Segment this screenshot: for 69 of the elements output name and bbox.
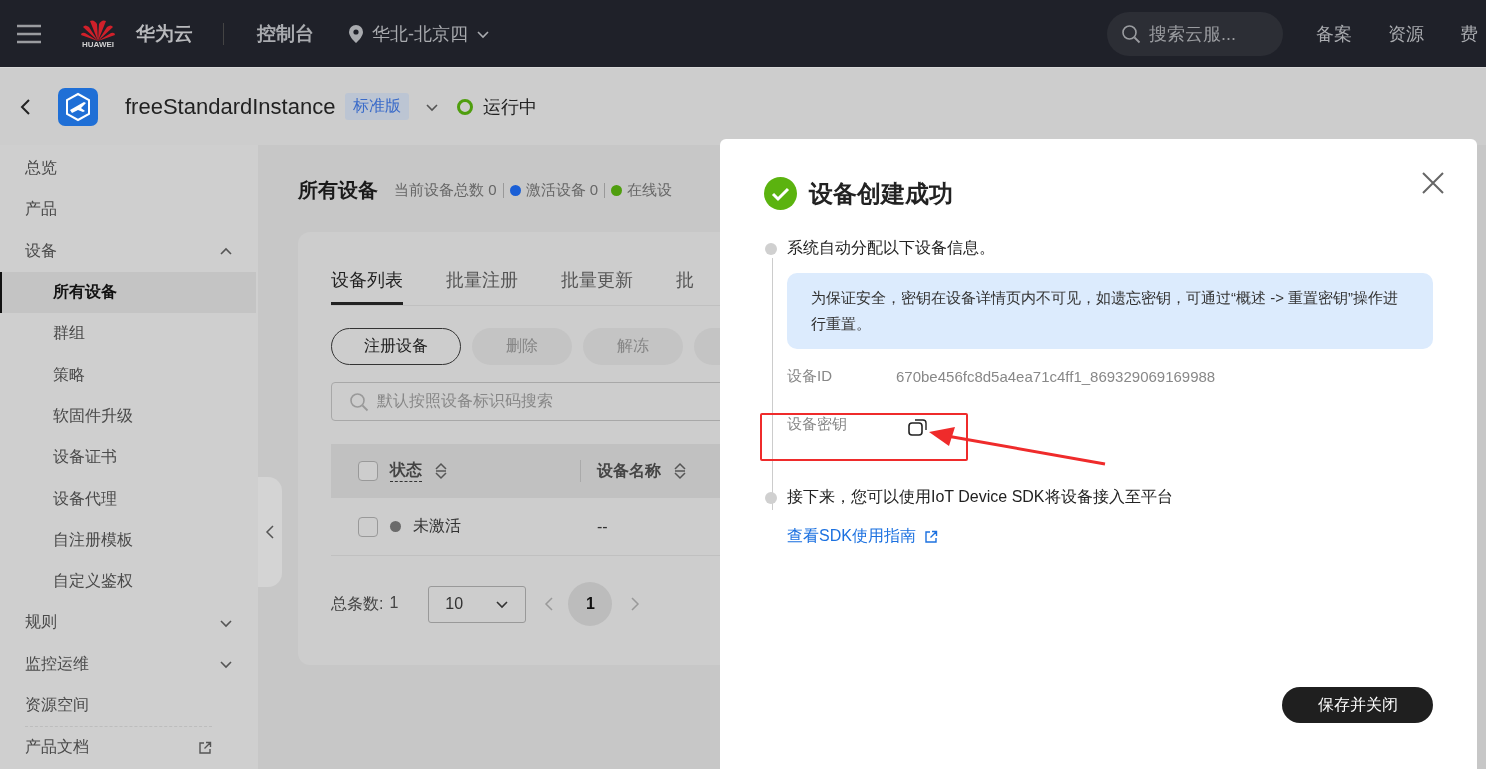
checkbox[interactable]: [358, 461, 378, 481]
success-check-icon: [764, 177, 797, 210]
instance-status: 运行中: [483, 95, 538, 119]
stat-text: 在线设: [627, 181, 673, 200]
sidebar-item[interactable]: 群组: [0, 313, 256, 355]
page-title: 所有设备: [298, 178, 378, 203]
step-text: 系统自动分配以下设备信息。: [787, 238, 995, 258]
guide-link[interactable]: 查看SDK使用指南: [787, 526, 938, 547]
tab[interactable]: 设备列表: [331, 268, 403, 305]
tab[interactable]: 批: [676, 268, 694, 305]
dialog-title: 设备创建成功: [809, 178, 953, 209]
checkbox[interactable]: [358, 516, 378, 537]
close-icon[interactable]: [1421, 171, 1445, 195]
sidebar-item[interactable]: 设备: [0, 230, 258, 272]
sort-icon[interactable]: [434, 462, 448, 480]
chevron-left-icon: [265, 524, 275, 540]
total-label: 总条数:: [331, 593, 384, 614]
page-button[interactable]: 1: [568, 582, 613, 626]
table-cell-text: 未激活: [413, 516, 461, 536]
sidebar-item[interactable]: 总览: [0, 148, 258, 190]
instance-name: freeStandardInstance: [125, 93, 336, 120]
region-selector[interactable]: 华北-北京四: [348, 21, 490, 46]
save-and-close-button[interactable]: 保存并关闭: [1282, 687, 1433, 723]
notice-message: 为保证安全，密钥在设备详情页内不可见，如遗忘密钥，可通过“概述 -> 重置密钥”操作进行重置。: [787, 273, 1433, 349]
brand-name[interactable]: 华为云: [136, 20, 193, 47]
logo-text: HUAWEI: [82, 40, 114, 49]
timeline-dot: [765, 491, 777, 504]
sidebar-item[interactable]: 监控运维: [0, 643, 258, 685]
sidebar-item[interactable]: 策略: [0, 354, 256, 396]
tab[interactable]: 批量更新: [561, 268, 633, 305]
sidebar-item[interactable]: 所有设备: [0, 271, 256, 314]
search-field[interactable]: 搜索云服...: [1107, 11, 1283, 56]
total-count: 1: [389, 593, 399, 613]
field-value: 670be456fc8d5a4ea71c4ff1_869329069169988: [896, 367, 1216, 385]
table-cell: --: [597, 517, 608, 536]
sidebar-item[interactable]: 设备证书: [0, 437, 256, 479]
logo-icon: [80, 18, 116, 42]
column-header[interactable]: 状态: [390, 460, 422, 482]
console-title[interactable]: 控制台: [257, 20, 314, 47]
sidebar-item[interactable]: 自定义鉴权: [0, 560, 256, 603]
airplane-icon: [58, 87, 98, 126]
sidebar-item[interactable]: 资源空间: [0, 684, 258, 727]
sidebar-item[interactable]: 产品: [0, 189, 258, 231]
tab[interactable]: 批量注册: [446, 268, 518, 305]
stat-text: 当前设备总数 0: [394, 181, 497, 200]
status-icon: [457, 98, 474, 115]
step-text: 接下来，您可以使用IoT Device SDK将设备接入至平台: [787, 487, 1173, 507]
timeline-dot: [765, 242, 777, 255]
nav-link[interactable]: 备案: [1316, 21, 1352, 46]
nav-link[interactable]: 资源: [1388, 21, 1424, 46]
external-link-icon: [923, 529, 938, 544]
sidebar-item[interactable]: 产品文档: [25, 726, 212, 769]
sidebar-item[interactable]: 自注册模板: [0, 519, 256, 561]
page-size-select[interactable]: 10: [428, 585, 527, 623]
stat-text: 激活设备 0: [525, 181, 599, 200]
menu-icon[interactable]: [16, 23, 42, 44]
search-icon: [349, 391, 369, 412]
edition-badge: 标准版: [345, 93, 410, 120]
sidebar-item[interactable]: 软固件升级: [0, 395, 256, 438]
search-icon: [1121, 23, 1141, 44]
copy-icon[interactable]: [908, 418, 928, 436]
sidebar-item[interactable]: 规则: [0, 602, 258, 644]
location-pin-icon: [348, 23, 364, 44]
external-link-icon: [198, 740, 212, 755]
collapse-handle[interactable]: [258, 477, 282, 587]
sidebar-item[interactable]: 设备代理: [0, 478, 256, 520]
nav-link[interactable]: 费: [1460, 21, 1478, 46]
column-header[interactable]: 设备名称: [597, 460, 661, 482]
sort-icon[interactable]: [673, 462, 687, 480]
